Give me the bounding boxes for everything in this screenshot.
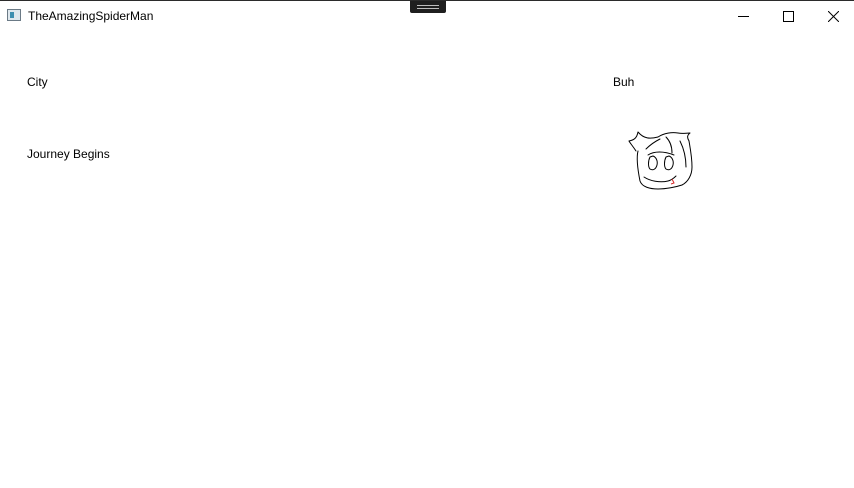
- city-label: City: [27, 75, 48, 89]
- close-button[interactable]: [810, 1, 854, 32]
- doodle-mouth: [643, 175, 677, 183]
- doodle-hair-strand: [645, 136, 687, 168]
- maximize-icon: [783, 11, 794, 22]
- app-window-icon[interactable]: [7, 9, 21, 21]
- title-bar[interactable]: TheAmazingSpiderMan: [0, 1, 854, 32]
- minimize-button[interactable]: [720, 1, 766, 32]
- title-drag-handle[interactable]: [410, 1, 446, 13]
- journey-begins-label: Journey Begins: [27, 147, 110, 161]
- minimize-icon: [738, 16, 749, 17]
- grip-line-top: [417, 5, 439, 6]
- buh-label: Buh: [613, 75, 635, 89]
- grip-line-bottom: [417, 8, 439, 9]
- window-title: TheAmazingSpiderMan: [28, 9, 154, 23]
- doodle-eye-right: [664, 155, 674, 171]
- spiderman-face-doodle: [628, 131, 693, 190]
- maximize-button[interactable]: [765, 1, 811, 32]
- doodle-hair: [628, 131, 691, 152]
- close-icon: [828, 11, 839, 22]
- doodle-eye-left: [648, 155, 658, 171]
- doodle-brow: [647, 151, 675, 156]
- app-icon-pane: [10, 12, 14, 18]
- app-window: TheAmazingSpiderMan City Journey Begins …: [0, 0, 854, 488]
